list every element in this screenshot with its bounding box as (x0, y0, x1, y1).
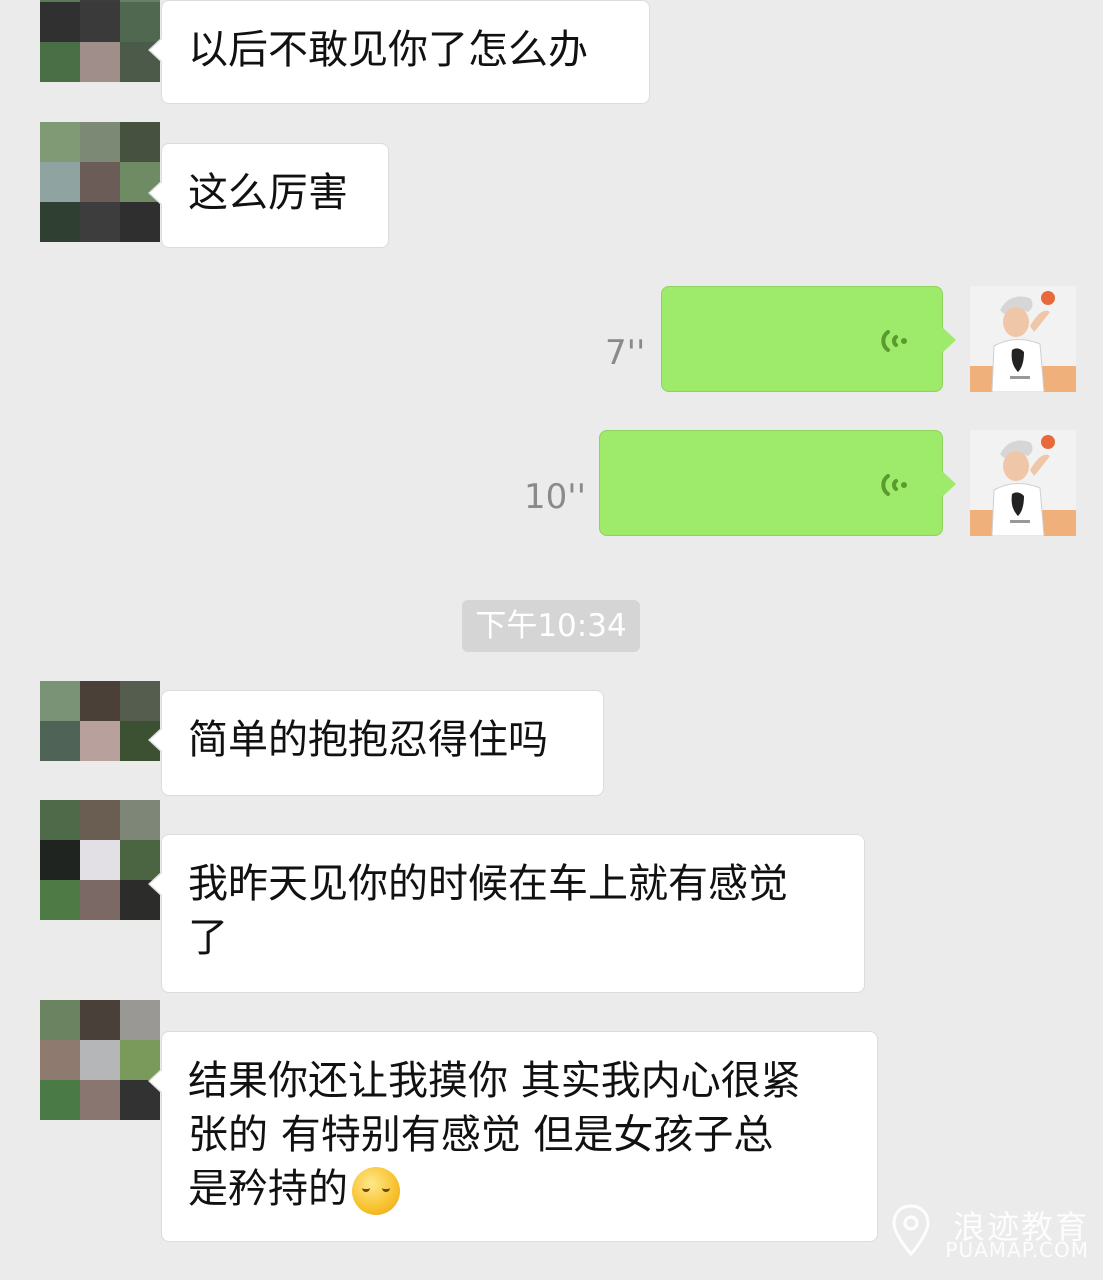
message-bubble[interactable]: 以后不敢见你了怎么办 (148, 0, 650, 104)
voice-duration: 10'' (524, 477, 586, 517)
contact-avatar[interactable] (40, 681, 160, 801)
message-bubble[interactable]: 这么厉害 (148, 143, 389, 248)
message-text-line: 结果你还让我摸你 其实我内心很紧 (188, 1058, 801, 1104)
contact-avatar[interactable] (40, 122, 160, 242)
voice-message-bubble[interactable] (661, 286, 956, 392)
message-text-line: 了 (188, 915, 228, 961)
voice-wave-icon (881, 330, 907, 352)
message-text: 是矜持的 (188, 1166, 348, 1212)
voice-duration: 7'' (605, 333, 646, 373)
message-text: 简单的抱抱忍得住吗 (188, 717, 548, 763)
map-pin-icon (892, 1204, 930, 1256)
message-bubble[interactable]: 简单的抱抱忍得住吗 (148, 690, 604, 796)
message-bubble[interactable]: 结果你还让我摸你 其实我内心很紧 张的 有特别有感觉 但是女孩子总 是矜持的 (148, 1031, 878, 1242)
message-text-line: 张的 有特别有感觉 但是女孩子总 (188, 1112, 774, 1158)
voice-wave-icon (881, 474, 907, 496)
my-avatar[interactable] (970, 430, 1076, 536)
watermark: 浪迹教育 PUAMAP.COM (889, 1202, 1089, 1264)
my-avatar[interactable] (970, 286, 1076, 392)
timestamp-label: 下午10:34 (462, 600, 640, 652)
message-text: 以后不敢见你了怎么办 (188, 27, 588, 73)
person-photo-icon (970, 286, 1076, 392)
contact-avatar[interactable] (40, 800, 160, 920)
voice-message-bubble[interactable] (599, 430, 956, 536)
contact-avatar[interactable] (40, 0, 160, 82)
message-text: 这么厉害 (188, 170, 348, 216)
message-text-line: 我昨天见你的时候在车上就有感觉 (188, 861, 788, 907)
smiling-face-emoji-icon (352, 1167, 400, 1215)
message-bubble[interactable]: 我昨天见你的时候在车上就有感觉 了 (148, 834, 865, 993)
message-text-line-with-emoji: 是矜持的 (188, 1162, 851, 1216)
person-photo-icon (970, 430, 1076, 536)
watermark-site: PUAMAP.COM (945, 1238, 1089, 1262)
contact-avatar[interactable] (40, 1000, 160, 1120)
chat-screen: 以后不敢见你了怎么办 这么厉害 7'' 10'' 下午10:34 简单的抱抱忍得… (0, 0, 1103, 1280)
